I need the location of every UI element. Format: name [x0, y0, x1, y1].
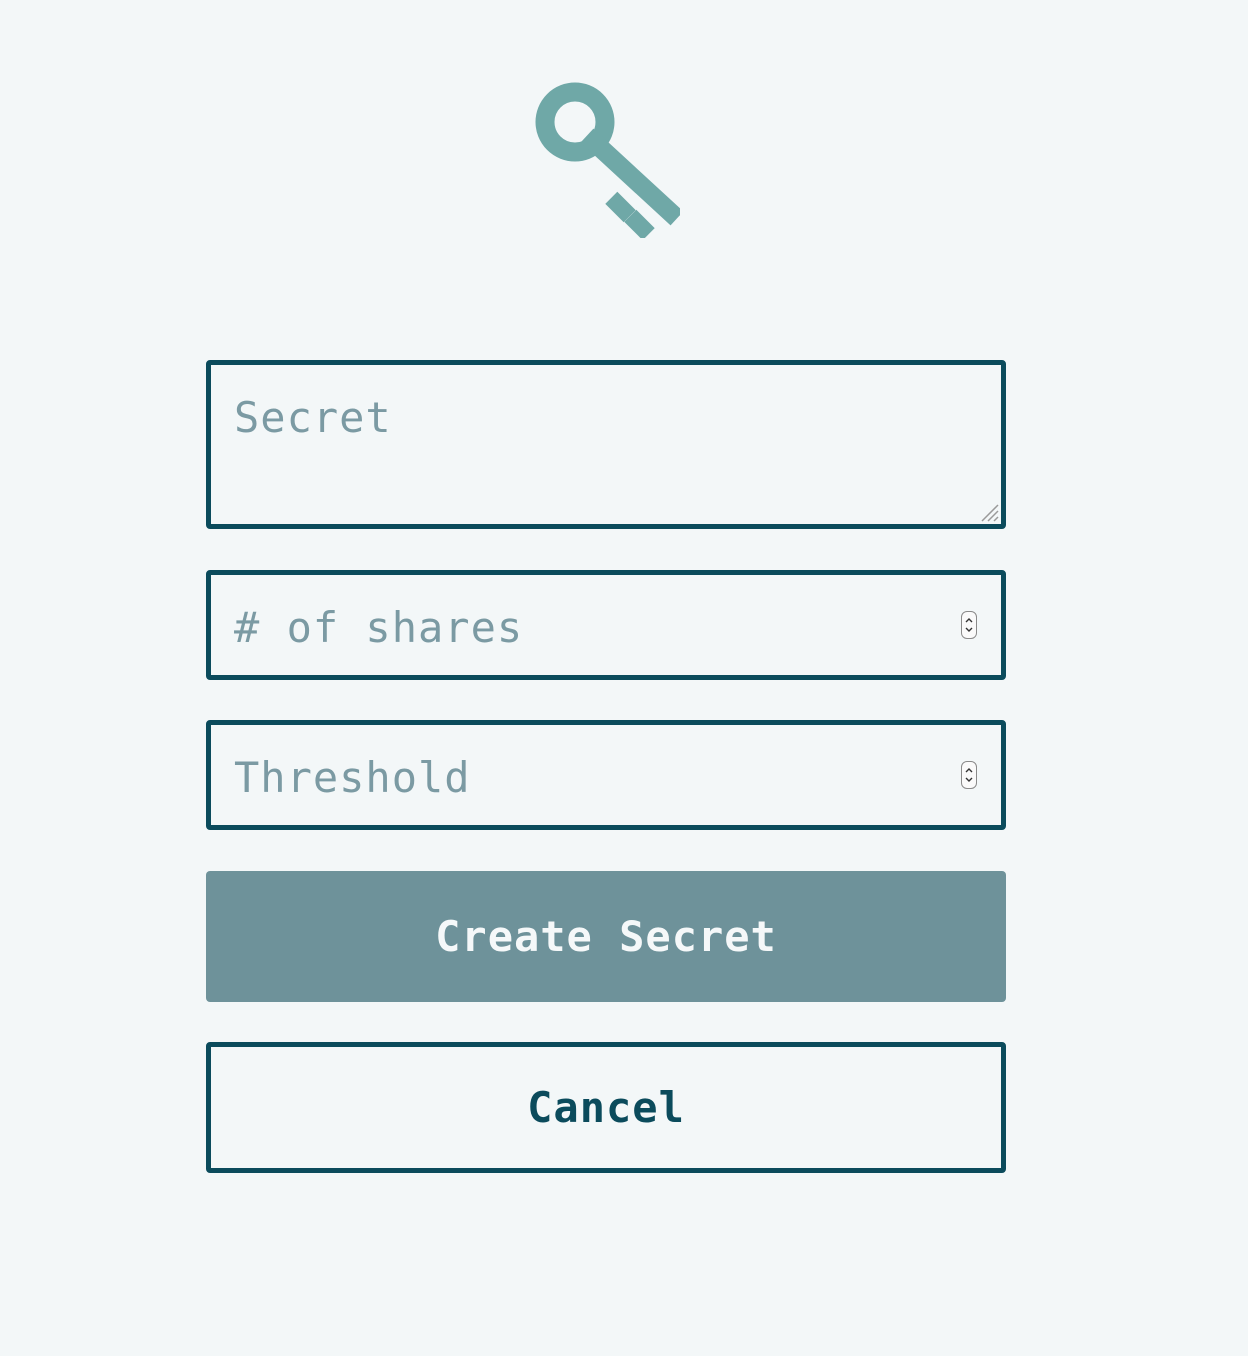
stepper-arrows-icon	[965, 768, 973, 782]
secret-textarea[interactable]: Secret	[206, 360, 1006, 529]
threshold-stepper[interactable]	[961, 761, 977, 789]
create-secret-button[interactable]: Create Secret	[206, 871, 1006, 1002]
cancel-button[interactable]: Cancel	[206, 1042, 1006, 1173]
resize-grip-icon[interactable]	[979, 502, 999, 522]
stepper-arrows-icon	[965, 618, 973, 632]
key-icon	[535, 82, 680, 238]
secret-placeholder: Secret	[234, 393, 392, 442]
shares-stepper[interactable]	[961, 611, 977, 639]
shares-placeholder: # of shares	[234, 603, 524, 652]
threshold-placeholder: Threshold	[234, 753, 471, 802]
shares-input[interactable]: # of shares	[206, 570, 1006, 680]
create-secret-form: Secret # of shares Threshold Create Secr…	[206, 360, 1006, 1173]
page: Secret # of shares Threshold Create Secr…	[0, 0, 1248, 1356]
threshold-input[interactable]: Threshold	[206, 720, 1006, 830]
